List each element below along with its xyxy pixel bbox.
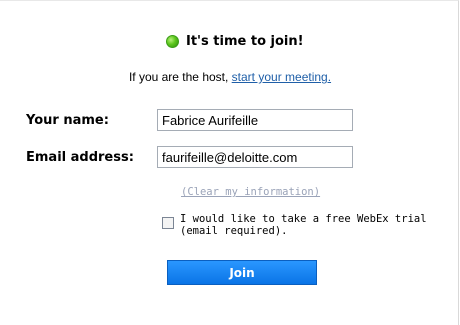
name-label: Your name: [26, 113, 109, 128]
trial-checkbox[interactable] [162, 217, 174, 229]
green-status-dot-icon [166, 35, 179, 48]
email-label: Email address: [26, 150, 134, 165]
start-meeting-link[interactable]: start your meeting. [232, 70, 331, 84]
join-meeting-panel: It's time to join! If you are the host, … [0, 0, 459, 325]
clear-information-link[interactable]: (Clear my information) [181, 186, 320, 198]
status-row: It's time to join! [166, 34, 304, 49]
email-field[interactable] [157, 146, 353, 168]
status-heading: It's time to join! [186, 34, 304, 49]
trial-label: I would like to take a free WebEx trial … [180, 213, 427, 237]
host-prefix-text: If you are the host, [128, 70, 232, 84]
name-field[interactable] [157, 109, 353, 131]
join-button[interactable]: Join [167, 260, 317, 285]
host-line: If you are the host, start your meeting. [0, 70, 460, 84]
